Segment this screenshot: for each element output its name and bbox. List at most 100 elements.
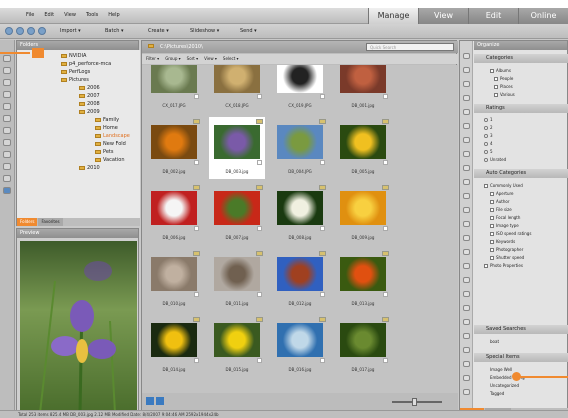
thumbnail-cell[interactable]: CX_019.JPG — [272, 65, 328, 113]
auto-item[interactable]: Photo Properties — [484, 263, 523, 268]
select-checkbox[interactable] — [257, 226, 262, 231]
special-item[interactable]: Uncategorized — [490, 383, 519, 388]
tab-edit[interactable]: Edit — [468, 8, 518, 24]
select-checkbox[interactable] — [194, 292, 199, 297]
strip-icon[interactable] — [463, 207, 470, 213]
filter-menu[interactable]: Filter ▾ — [146, 54, 159, 64]
strip-icon[interactable] — [463, 305, 470, 311]
sort-menu[interactable]: Sort ▾ — [187, 54, 198, 64]
strip-icon[interactable] — [3, 151, 11, 158]
select-checkbox[interactable] — [194, 358, 199, 363]
thumbnail-cell[interactable]: DB_005.jpg — [335, 117, 391, 179]
strip-icon[interactable] — [463, 221, 470, 227]
menu-view[interactable]: View — [64, 12, 76, 18]
strip-icon[interactable] — [463, 165, 470, 171]
strip-icon[interactable] — [463, 263, 470, 269]
tab-manage[interactable]: Manage — [368, 8, 418, 24]
thumbnail-cell[interactable]: DB_001.jpg — [335, 65, 391, 113]
strip-icon[interactable] — [463, 137, 470, 143]
tree-item[interactable]: Family — [95, 116, 119, 124]
strip-icon[interactable] — [463, 193, 470, 199]
ratings-header[interactable]: Ratings — [474, 104, 568, 113]
auto-item[interactable]: Photographer — [490, 247, 523, 252]
create-button[interactable]: Create ▾ — [148, 28, 169, 34]
menu-edit[interactable]: Edit — [44, 12, 54, 18]
select-checkbox[interactable] — [257, 292, 262, 297]
strip-icon[interactable] — [463, 389, 470, 395]
thumbnail-cell[interactable]: DB_016.jpg — [272, 315, 328, 377]
thumbnail-cell[interactable]: DB_008.jpg — [272, 183, 328, 245]
thumbnail-cell[interactable]: DB_014.jpg — [146, 315, 202, 377]
thumbnail-cell[interactable]: DB_010.jpg — [146, 249, 202, 311]
rating-2[interactable]: 2 — [484, 125, 493, 130]
strip-icon[interactable] — [463, 53, 470, 59]
view-mode-icon[interactable] — [146, 397, 154, 405]
category-various[interactable]: Various — [494, 92, 515, 97]
strip-icon[interactable] — [3, 115, 11, 122]
auto-categories-header[interactable]: Auto Categories — [474, 169, 568, 178]
quick-search-input[interactable]: Quick Search — [366, 43, 454, 51]
category-people[interactable]: People — [494, 76, 513, 81]
thumbnail-cell[interactable]: DB_006.jpg — [146, 183, 202, 245]
thumbnail-cell[interactable]: CX_018.JPG — [209, 65, 265, 113]
batch-button[interactable]: Batch ▾ — [105, 28, 123, 34]
home-icon[interactable] — [38, 27, 46, 35]
select-checkbox[interactable] — [383, 358, 388, 363]
thumbnail-cell[interactable]: DB_012.jpg — [272, 249, 328, 311]
tree-item[interactable]: 2007 — [79, 92, 100, 100]
rating-5[interactable]: 5 — [484, 149, 493, 154]
thumbnail-cell[interactable]: DB_015.jpg — [209, 315, 265, 377]
select-menu[interactable]: Select ▾ — [223, 54, 239, 64]
tree-item-selected[interactable]: Landscape — [95, 132, 130, 140]
back-icon[interactable] — [5, 27, 13, 35]
thumbnail-cell[interactable]: CX_017.JPG — [146, 65, 202, 113]
strip-icon[interactable] — [3, 163, 11, 170]
select-checkbox[interactable] — [257, 94, 262, 99]
view-menu[interactable]: View ▾ — [204, 54, 217, 64]
select-checkbox[interactable] — [383, 160, 388, 165]
special-item[interactable]: Tagged — [490, 391, 504, 396]
zoom-slider[interactable] — [392, 401, 442, 403]
tree-item[interactable]: Pets — [95, 148, 113, 156]
group-menu[interactable]: Group ▾ — [165, 54, 180, 64]
slideshow-button[interactable]: Slideshow ▾ — [190, 28, 219, 34]
strip-icon[interactable] — [463, 333, 470, 339]
tree-item[interactable]: NVIDIA — [61, 52, 86, 60]
import-button[interactable]: Import ▾ — [60, 28, 81, 34]
category-places[interactable]: Places — [494, 84, 513, 89]
auto-item[interactable]: Aperture — [490, 191, 514, 196]
strip-icon[interactable] — [463, 179, 470, 185]
tab-favorites[interactable]: Favorites — [38, 218, 63, 226]
auto-item[interactable]: Focal length — [490, 215, 520, 220]
strip-icon[interactable] — [463, 67, 470, 73]
special-items-header[interactable]: Special Items — [474, 353, 568, 362]
tree-item[interactable]: p4_perforce-mca — [61, 60, 111, 68]
select-checkbox[interactable] — [320, 292, 325, 297]
rating-unrated[interactable]: Unrated — [484, 157, 506, 162]
thumbnail-cell[interactable]: DB_002.jpg — [146, 117, 202, 179]
zoom-slider-handle[interactable] — [412, 398, 417, 406]
tree-item[interactable]: 2010 — [79, 164, 100, 172]
auto-item[interactable]: Commonly Used — [484, 183, 523, 188]
tree-item[interactable]: New Fold — [95, 140, 126, 148]
send-button[interactable]: Send ▾ — [240, 28, 257, 34]
thumbnail-cell[interactable]: DB_011.jpg — [209, 249, 265, 311]
select-checkbox[interactable] — [320, 226, 325, 231]
strip-icon[interactable] — [3, 79, 11, 86]
strip-icon[interactable] — [3, 91, 11, 98]
strip-icon[interactable] — [463, 151, 470, 157]
select-checkbox[interactable] — [257, 160, 262, 165]
thumbnail-cell[interactable]: DB_004.JPG — [272, 117, 328, 179]
tab-view[interactable]: View — [418, 8, 468, 24]
forward-icon[interactable] — [16, 27, 24, 35]
strip-icon[interactable] — [463, 291, 470, 297]
tree-item[interactable]: Home — [95, 124, 118, 132]
categories-header[interactable]: Categories — [474, 54, 568, 63]
menu-file[interactable]: File — [26, 12, 34, 18]
strip-icon[interactable] — [463, 347, 470, 353]
select-checkbox[interactable] — [194, 94, 199, 99]
strip-icon[interactable] — [463, 235, 470, 241]
strip-icon[interactable] — [3, 127, 11, 134]
thumbnail-cell[interactable]: DB_017.jpg — [335, 315, 391, 377]
tree-item[interactable]: 2009 — [79, 108, 100, 116]
